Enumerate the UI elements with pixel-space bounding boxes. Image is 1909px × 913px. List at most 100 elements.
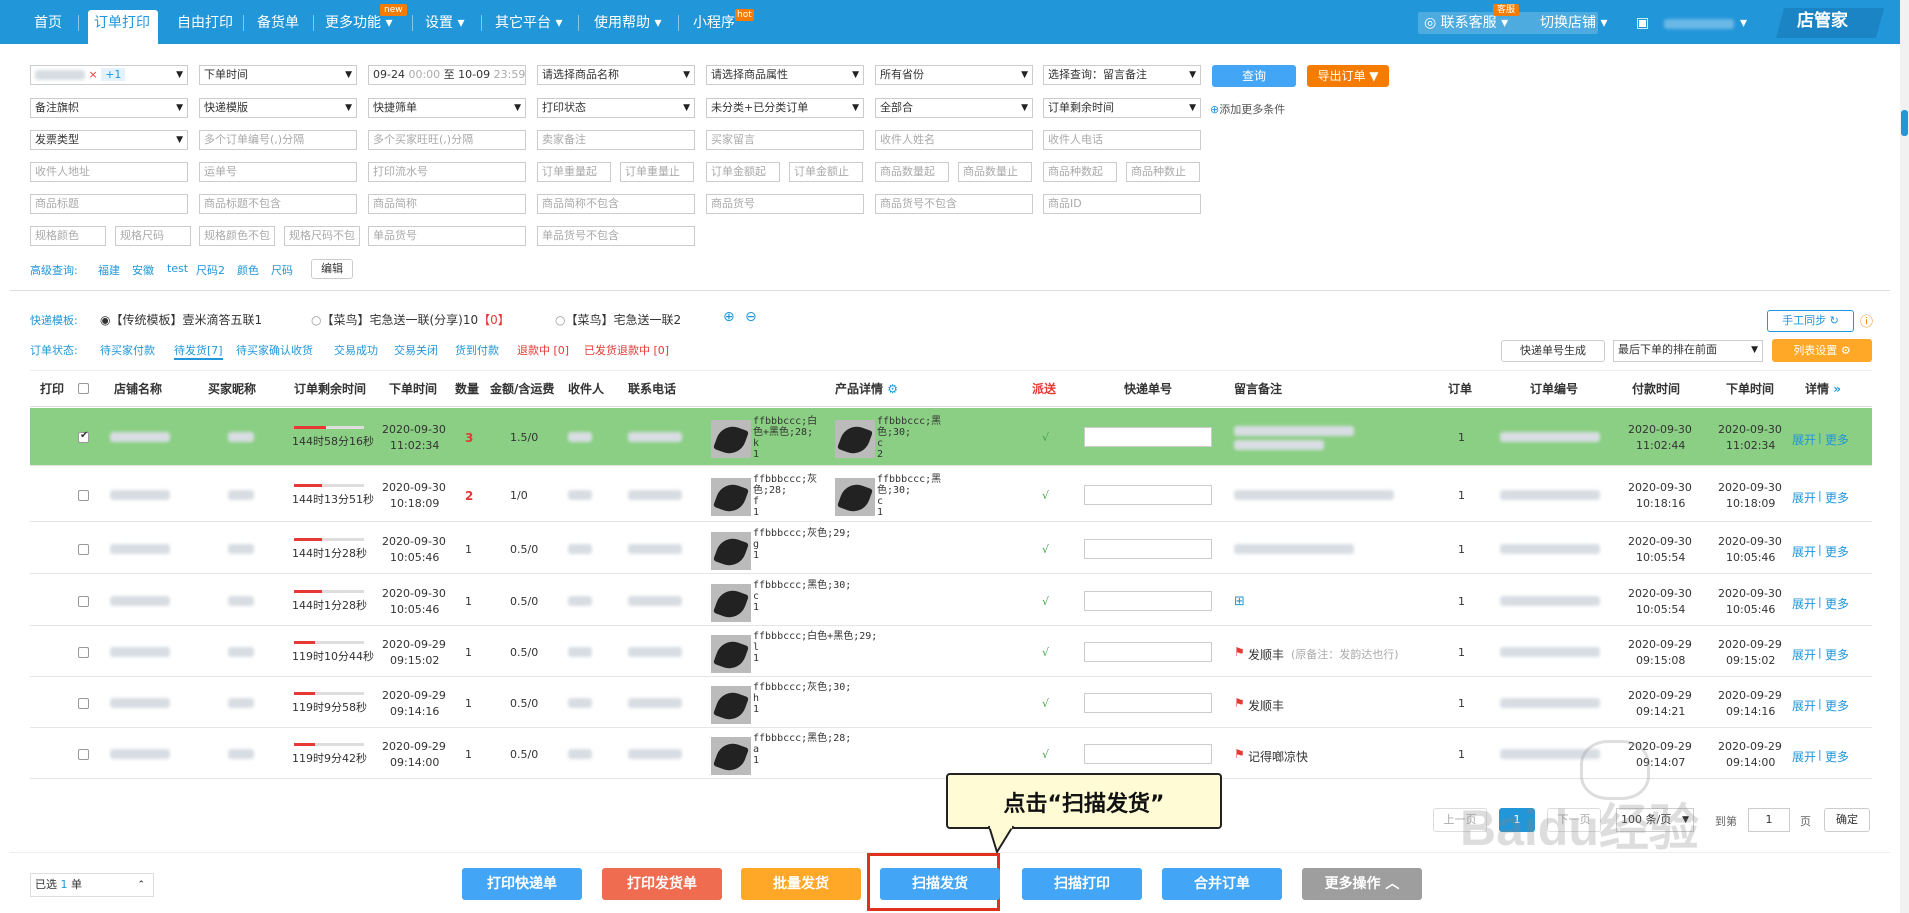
product-image[interactable] [835,478,875,516]
column-settings-button[interactable]: 列表设置 ⚙ [1772,339,1872,362]
weight-from-input[interactable]: 订单重量起 [537,162,611,182]
edit-button[interactable]: 编辑 [311,259,353,279]
generate-waybill-button[interactable]: 快递单号生成 [1501,340,1605,362]
waybill-input[interactable] [1084,744,1212,764]
product-image[interactable] [711,532,751,570]
sku-code-input[interactable]: 单品货号 [368,226,526,246]
expand-link[interactable]: 展开 [1792,646,1816,663]
expand-link[interactable]: 展开 [1792,543,1816,560]
nav-more[interactable]: 更多功能 ▾ [325,13,392,33]
more-link[interactable]: 更多 [1825,748,1849,765]
merge-select[interactable]: 全部合 ▼ [875,98,1033,118]
buyer-ww-input[interactable]: 多个买家旺旺(,)分隔 [368,130,526,150]
query-button[interactable]: 查询 [1212,65,1296,87]
product-image[interactable] [711,686,751,724]
adv-item[interactable]: 安徽 [132,262,154,278]
manual-sync-button[interactable]: 手工同步 ↻ [1767,310,1854,332]
remain-time-select[interactable]: 订单剩余时间 ▼ [1043,98,1201,118]
quick-filter-select[interactable]: 快捷筛单 ▼ [368,98,526,118]
expand-link[interactable]: 展开 [1792,748,1816,765]
waybill-input[interactable] [1084,427,1212,447]
product-code-input[interactable]: 商品货号 [706,194,864,214]
row-checkbox[interactable] [78,698,89,709]
waybill-input[interactable] [1084,485,1212,505]
status-tab[interactable]: 货到付款 [455,342,499,358]
nav-other-platform[interactable]: 其它平台 ▾ [495,13,562,33]
goto-confirm-button[interactable]: 确定 [1824,808,1870,832]
recv-name-input[interactable]: 收件人姓名 [875,130,1033,150]
table-row[interactable]: ✔ 144时58分16秒 2020-09-30 11:02:34 3 1.5/0 ffbbb… [30,408,1872,466]
selected-count-dropdown[interactable]: 已选 1 单 ⌃ [30,873,154,897]
template-option-2[interactable]: ○【菜鸟】宅急送一联(分享)10【0】 [311,311,510,328]
template-option-1[interactable]: ◉【传统模板】壹米滴答五联1 [100,311,262,328]
expand-link[interactable]: 展开 [1792,697,1816,714]
row-checkbox[interactable] [78,544,89,555]
scan-ship-button[interactable]: 扫描发货 [880,868,1000,900]
more-link[interactable]: 更多 [1825,489,1849,506]
remark-flag-select[interactable]: 备注旗帜 ▼ [30,98,188,118]
status-tab[interactable]: 交易成功 [334,342,378,358]
query-field-select[interactable]: 选择查询：留言备注 ▼ [1043,65,1201,85]
table-row[interactable]: 119时9分58秒 2020-09-29 09:14:16 1 0.5/0 ffbbbcc… [30,678,1872,728]
row-checkbox[interactable]: ✔ [78,430,89,443]
qty-from-input[interactable]: 商品数量起 [875,162,949,182]
refund-tab[interactable]: 退款中 [0] [517,342,569,358]
status-tab[interactable]: 交易关闭 [394,342,438,358]
waybill-input[interactable] [1084,693,1212,713]
prev-page-button[interactable]: 上一页 [1433,808,1487,832]
more-ops-button[interactable]: 更多操作 ︿ [1302,868,1422,900]
select-all-checkbox[interactable] [78,383,89,394]
page-scrollbar[interactable] [1900,0,1909,913]
scan-print-button[interactable]: 扫描打印 [1022,868,1142,900]
nav-free-print[interactable]: 自由打印 [177,13,233,33]
print-ship-button[interactable]: 打印发货单 [602,868,722,900]
adv-item[interactable]: 福建 [98,262,120,278]
product-attr-select[interactable]: 请选择商品属性 ▼ [706,65,864,85]
kind-to-input[interactable]: 商品种数止 [1126,162,1200,182]
product-image[interactable] [711,737,751,775]
waybill-input[interactable]: 运单号 [199,162,357,182]
page-size-select[interactable]: 100 条/页 ▼ [1616,808,1694,832]
page-1-button[interactable]: 1 [1499,808,1535,832]
adv-item[interactable]: 尺码 [271,262,293,278]
amount-to-input[interactable]: 订单金额止 [789,162,863,182]
remove-template-icon[interactable]: ⊖ [745,309,757,325]
chevron-down-icon[interactable]: ▾ [1740,13,1747,33]
buyer-msg-input[interactable]: 买家留言 [706,130,864,150]
table-row[interactable]: 144时1分28秒 2020-09-30 10:05:46 1 0.5/0 ffbbbcc… [30,524,1872,574]
order-time-select[interactable]: 下单时间 ▼ [199,65,357,85]
help-icon[interactable]: ⓘ [1860,311,1873,330]
expand-link[interactable]: 展开 [1792,431,1816,448]
spec-size-input[interactable]: 规格尺码 [115,226,191,246]
next-page-button[interactable]: 下一页 [1547,808,1601,832]
product-image[interactable] [711,635,751,673]
goto-page-input[interactable]: 1 [1748,808,1790,832]
row-checkbox[interactable] [78,749,89,760]
nav-contact[interactable]: ◎ 联系客服 ▾ [1424,13,1508,33]
status-tab[interactable]: 待买家确认收货 [236,342,313,358]
status-tab-active[interactable]: 待发货[7] [174,342,223,360]
account-name[interactable] [1664,19,1734,29]
product-image[interactable] [711,478,751,516]
more-link[interactable]: 更多 [1825,431,1849,448]
sort-select[interactable]: 最后下单的排在前面 ▼ [1613,340,1763,362]
spec-size-exclude-input[interactable]: 规格尺码不包 [284,226,360,246]
nav-stock[interactable]: 备货单 [257,13,299,33]
add-remark-icon[interactable]: ⊞ [1234,594,1245,609]
add-template-icon[interactable]: ⊕ [723,309,735,325]
add-more-conditions[interactable]: ⊕添加更多条件 [1210,101,1285,117]
order-no-input[interactable]: 多个订单编号(,)分隔 [199,130,357,150]
product-image[interactable] [835,420,875,458]
row-checkbox[interactable] [78,596,89,607]
nav-order-print[interactable]: 订单打印 [94,13,150,33]
adv-item[interactable]: 尺码2 [196,262,225,278]
invoice-type-select[interactable]: 发票类型 ▼ [30,130,188,150]
waybill-input[interactable] [1084,642,1212,662]
shop-select[interactable]: × +1 ▼ [30,65,188,85]
title-input[interactable]: 商品标题 [30,194,188,214]
batch-ship-button[interactable]: 批量发货 [741,868,861,900]
table-row[interactable]: 144时13分51秒 2020-09-30 10:18:09 2 1/0 ffbbbccc… [30,468,1872,522]
qty-to-input[interactable]: 商品数量止 [958,162,1032,182]
nav-settings[interactable]: 设置 ▾ [425,13,464,33]
category-select[interactable]: 未分类+已分类订单 ▼ [706,98,864,118]
